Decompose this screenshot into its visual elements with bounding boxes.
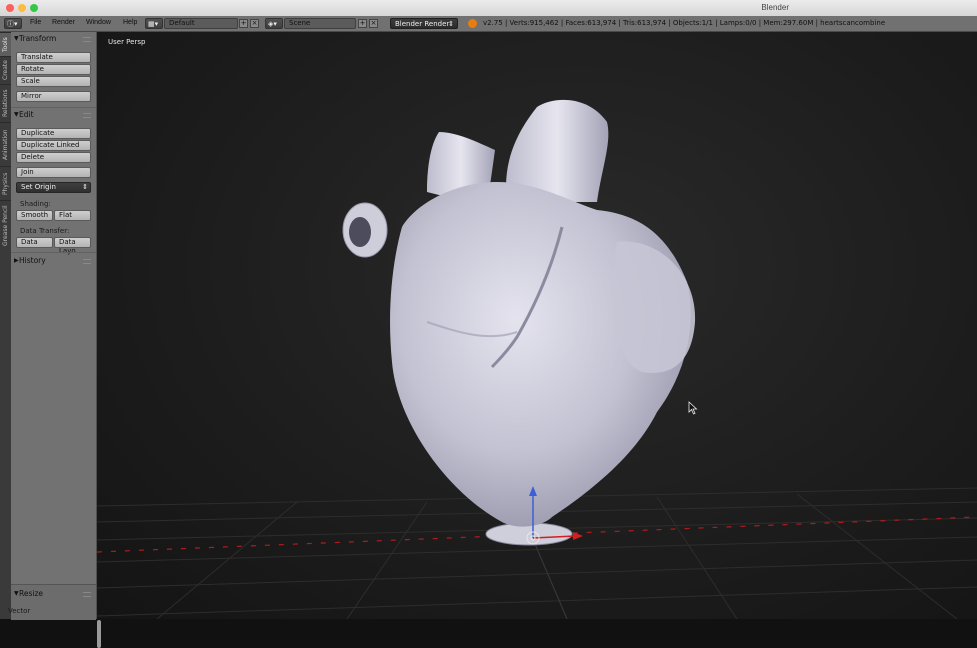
data-layout-button[interactable]: Data Layo: [54, 237, 91, 255]
layout-grid-icon: ▦▾: [148, 20, 159, 28]
render-engine-dropdown[interactable]: Blender Render ⇕: [390, 18, 458, 29]
tool-shelf: ▼ Transform Translate Rotate Scale Mirro…: [8, 32, 101, 648]
layout-add-button[interactable]: +: [239, 19, 248, 28]
dropdown-arrows-icon: ⇕: [82, 183, 88, 191]
transform-panel-header[interactable]: ▼ Transform: [11, 32, 96, 45]
3d-viewport[interactable]: User Persp: [97, 32, 977, 619]
duplicate-button[interactable]: Duplicate: [16, 128, 91, 139]
scale-button[interactable]: Scale: [16, 76, 91, 87]
scene-icon: ◈▾: [268, 20, 277, 28]
panel-grip-icon[interactable]: [83, 592, 91, 597]
layout-remove-button[interactable]: ×: [250, 19, 259, 28]
panel-grip-icon[interactable]: [83, 37, 91, 42]
scene-stats: v2.75 | Verts:915,462 | Faces:613,974 | …: [483, 19, 886, 27]
close-icon: ×: [370, 19, 377, 27]
operator-panel: ▼ Resize Vector: [8, 584, 96, 620]
collapse-triangle-icon: ▼: [14, 35, 19, 42]
scene-remove-button[interactable]: ×: [369, 19, 378, 28]
tab-physics[interactable]: Physics: [0, 166, 11, 200]
window-title: Blender: [761, 3, 789, 12]
panel-divider: [11, 252, 96, 253]
scene-add-button[interactable]: +: [358, 19, 367, 28]
shade-flat-button[interactable]: Flat: [54, 210, 91, 221]
panel-grip-icon[interactable]: [83, 259, 91, 264]
collapse-triangle-icon: ▼: [14, 111, 19, 118]
translate-button[interactable]: Translate: [16, 52, 91, 63]
panel-grip-icon[interactable]: [83, 113, 91, 118]
scene-field[interactable]: Scene: [284, 18, 356, 29]
set-origin-dropdown[interactable]: Set Origin ⇕: [16, 182, 91, 193]
duplicate-linked-button[interactable]: Duplicate Linked: [16, 140, 91, 151]
data-transfer-label: Data Transfer:: [20, 227, 70, 235]
transform-panel-title: Transform: [19, 34, 57, 43]
tab-animation[interactable]: Animation: [0, 122, 11, 166]
set-origin-label: Set Origin: [21, 183, 56, 191]
vector-label: Vector: [8, 607, 31, 615]
scene-browse-button[interactable]: ◈▾: [265, 18, 283, 29]
delete-button[interactable]: Delete: [16, 152, 91, 163]
menu-help[interactable]: Help: [123, 19, 137, 26]
plus-icon: +: [240, 19, 247, 27]
editor-type-button[interactable]: ⓘ▾: [4, 18, 22, 29]
data-transfer-button[interactable]: Data: [16, 237, 53, 248]
tab-tools[interactable]: Tools: [0, 32, 11, 56]
edit-panel-title: Edit: [19, 110, 34, 119]
menu-window[interactable]: Window: [86, 19, 111, 26]
resize-panel-header[interactable]: ▼ Resize: [11, 587, 96, 600]
render-engine-label: Blender Render: [395, 20, 450, 28]
viewport-scene: [97, 99, 977, 619]
collapse-triangle-icon: ▼: [14, 590, 19, 597]
join-button[interactable]: Join: [16, 167, 91, 178]
info-icon: ⓘ▾: [7, 20, 18, 28]
window-titlebar: Blender: [0, 0, 977, 17]
tab-grease-pencil[interactable]: Grease Pencil: [0, 200, 11, 250]
history-panel-title: History: [19, 256, 46, 265]
tab-create[interactable]: Create: [0, 56, 11, 84]
menu-render[interactable]: Render: [52, 19, 75, 26]
dropdown-arrows-icon: ⇕: [448, 20, 454, 28]
shade-smooth-button[interactable]: Smooth: [16, 210, 53, 221]
mouse-cursor-icon: [688, 401, 698, 415]
screen-layout-browse-button[interactable]: ▦▾: [145, 18, 163, 29]
edit-panel-header[interactable]: ▼ Edit: [11, 108, 96, 121]
rotate-button[interactable]: Rotate: [16, 64, 91, 75]
close-icon: ×: [251, 19, 258, 27]
plus-icon: +: [359, 19, 366, 27]
heart-mesh[interactable]: [342, 99, 696, 546]
screen-layout-field[interactable]: Default: [164, 18, 238, 29]
info-header: ⓘ▾ File Render Window Help ▦▾ Default + …: [0, 16, 977, 32]
menu-file[interactable]: File: [30, 19, 41, 26]
tool-shelf-scrollbar[interactable]: [97, 620, 101, 648]
history-panel-header[interactable]: ▶ History: [11, 254, 96, 267]
mirror-button[interactable]: Mirror: [16, 91, 91, 102]
resize-panel-title: Resize: [19, 589, 44, 598]
blender-logo-icon: [468, 19, 477, 28]
expand-triangle-icon: ▶: [14, 257, 19, 264]
shading-label: Shading:: [20, 200, 51, 208]
tab-relations[interactable]: Relations: [0, 84, 11, 122]
